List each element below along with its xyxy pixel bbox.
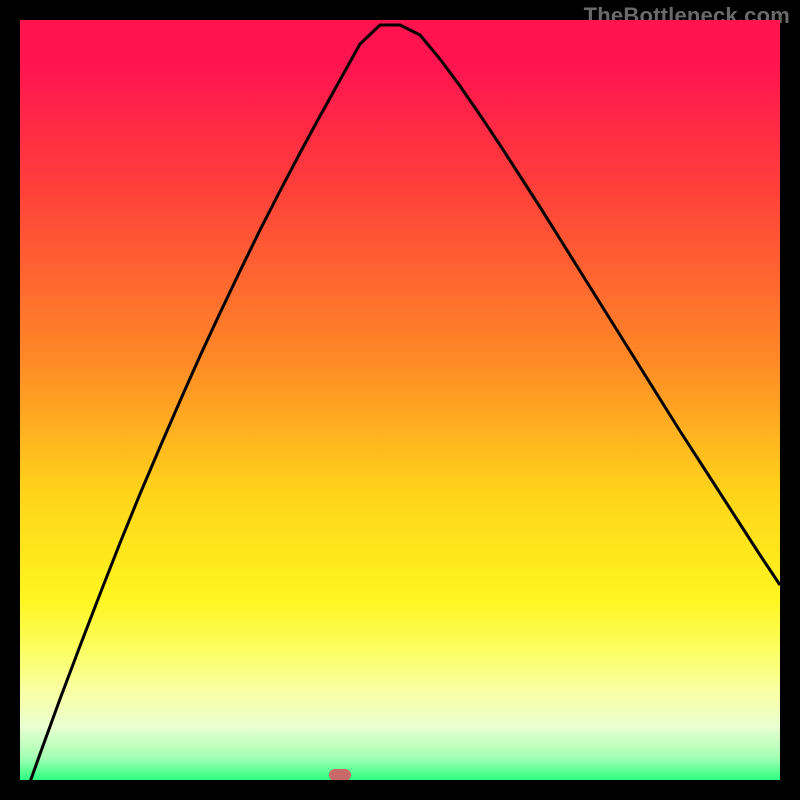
- bottleneck-curve-path: [20, 25, 780, 780]
- plot-area: [20, 20, 780, 780]
- chart-frame: TheBottleneck.com: [0, 0, 800, 800]
- curve-svg: [20, 20, 780, 780]
